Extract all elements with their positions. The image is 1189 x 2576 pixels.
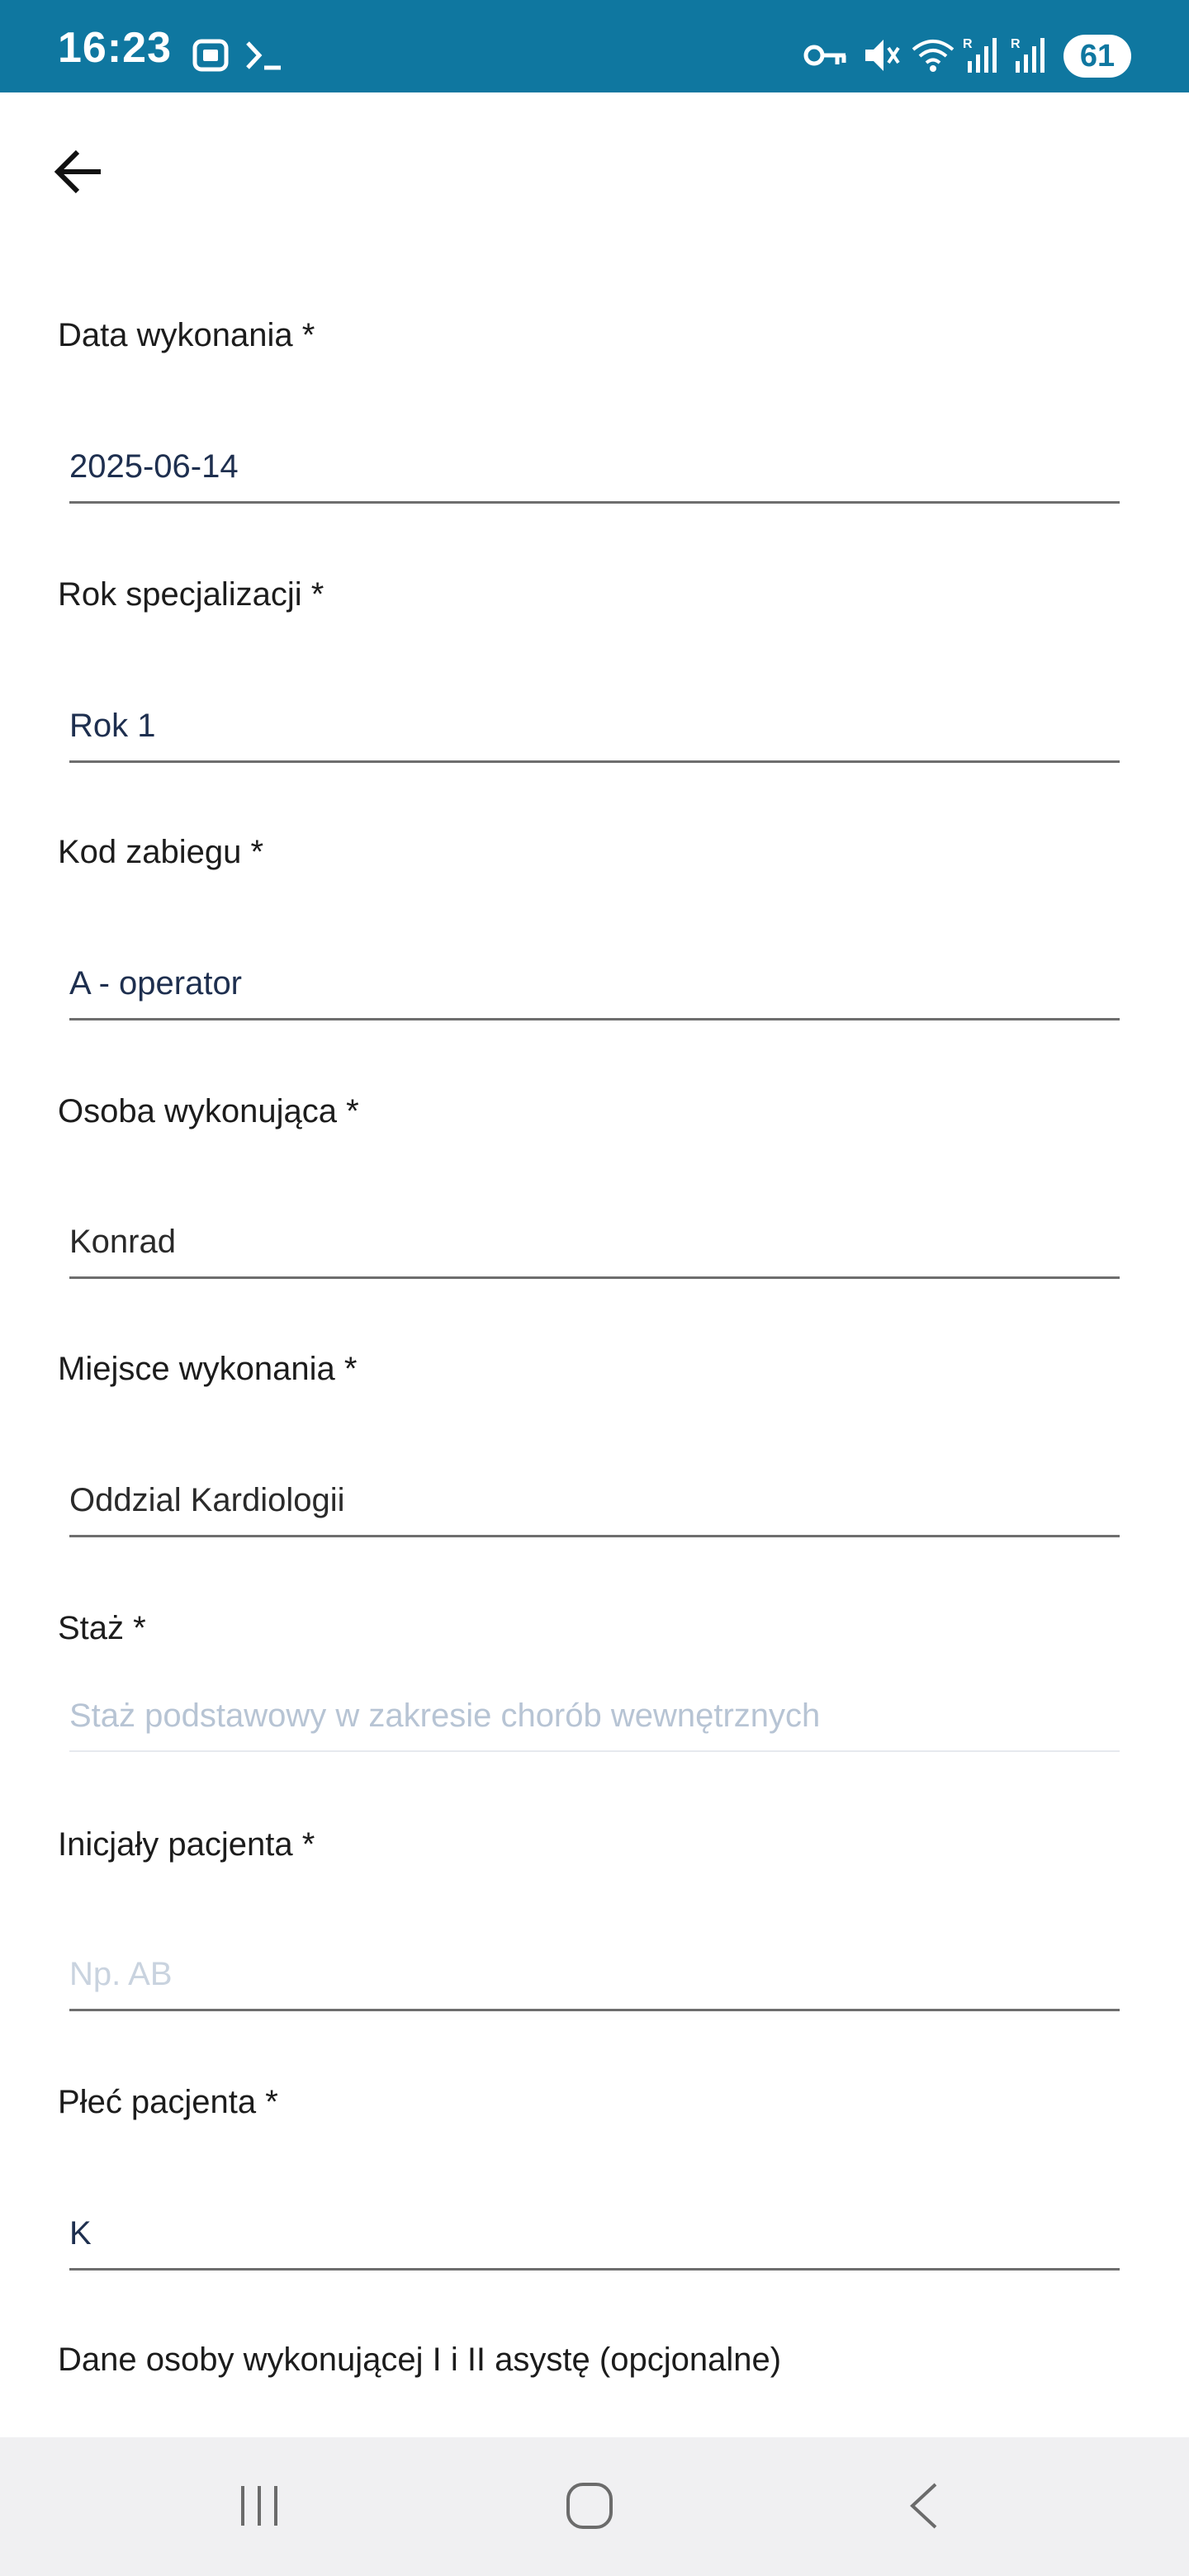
assistants-section-title: Dane osoby wykonującej I i II asystę (op… [58,2342,782,2378]
code-label: Kod zabiegu * [58,834,264,870]
sex-select[interactable]: K [69,2200,1120,2271]
vpn-key-icon [803,35,849,80]
internship-field: Staż podstawowy w zakresie chorób wewnęt… [69,1681,1120,1752]
status-time: 16:23 [58,24,172,72]
svg-text:R: R [1011,37,1021,51]
performer-value: Konrad [69,1224,176,1260]
place-value: Oddzial Kardiologii [69,1482,345,1518]
sex-label: Płeć pacjenta * [58,2084,278,2120]
arrow-left-icon [53,145,106,202]
initials-placeholder: Np. AB [69,1956,173,1992]
year-select[interactable]: Rok 1 [69,692,1120,763]
year-label: Rok specjalizacji * [58,576,324,613]
date-field[interactable]: 2025-06-14 [69,433,1120,504]
mute-icon [860,35,902,80]
initials-label: Inicjały pacjenta * [58,1826,315,1863]
back-icon [902,2479,944,2536]
performer-input[interactable]: Konrad [69,1208,1120,1279]
code-value: A - operator [69,965,243,1002]
svg-text:R: R [963,37,973,51]
sex-value: K [69,2215,92,2252]
performer-label: Osoba wykonująca * [58,1093,359,1129]
year-value: Rok 1 [69,708,156,744]
back-button[interactable] [46,140,112,206]
internship-label: Staż * [58,1610,146,1646]
battery-indicator: 61 [1063,35,1131,78]
internship-value: Staż podstawowy w zakresie chorób wewnęt… [69,1698,821,1734]
place-input[interactable]: Oddzial Kardiologii [69,1466,1120,1537]
date-value: 2025-06-14 [69,448,239,485]
signal-r-icon: R [1009,35,1049,80]
home-button[interactable] [540,2470,639,2545]
status-bar: 16:23 R R 61 [0,0,1189,92]
signal-r-icon: R [961,35,1001,80]
place-label: Miejsce wykonania * [58,1351,358,1387]
nav-back-button[interactable] [874,2470,973,2545]
home-icon [563,2479,616,2536]
date-label: Data wykonania * [58,317,315,353]
recent-apps-button[interactable] [210,2470,309,2545]
recent-apps-icon [234,2481,284,2535]
navigation-bar [0,2437,1189,2576]
code-select[interactable]: A - operator [69,949,1120,1020]
screenshot-icon [190,35,231,80]
wifi-icon [910,35,956,80]
terminal-icon [243,35,284,80]
initials-input[interactable]: Np. AB [69,1940,1120,2011]
